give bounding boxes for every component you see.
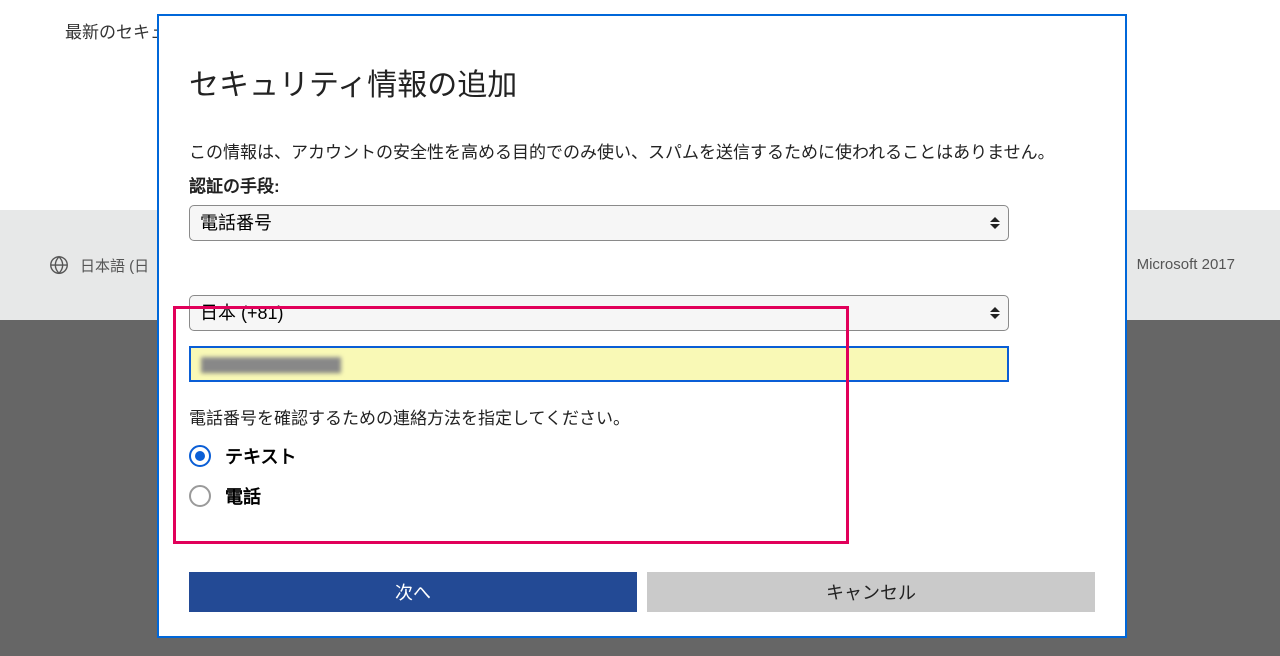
globe-icon bbox=[48, 254, 70, 276]
next-button[interactable]: 次へ bbox=[189, 572, 637, 612]
radio-call-button[interactable] bbox=[189, 485, 211, 507]
dialog-title: セキュリティ情報の追加 bbox=[189, 60, 1095, 104]
verify-method-label: 電話番号を確認するための連絡方法を指定してください。 bbox=[189, 404, 1095, 429]
radio-text-button[interactable] bbox=[189, 445, 211, 467]
cancel-button[interactable]: キャンセル bbox=[647, 572, 1095, 612]
copyright-text: Microsoft 2017 bbox=[1137, 256, 1235, 273]
auth-method-label: 認証の手段: bbox=[189, 172, 1095, 197]
language-label: 日本語 (日 bbox=[80, 255, 149, 276]
country-select[interactable]: 日本 (+81) bbox=[189, 295, 1009, 331]
phone-number-redacted bbox=[201, 357, 341, 373]
background-header-text: 最新のセキュ bbox=[65, 18, 167, 43]
auth-method-select[interactable]: 電話番号 bbox=[189, 205, 1009, 241]
phone-number-input[interactable] bbox=[189, 346, 1009, 382]
security-info-dialog: セキュリティ情報の追加 この情報は、アカウントの安全性を高める目的でのみ使い、ス… bbox=[157, 14, 1127, 638]
auth-method-select-input[interactable]: 電話番号 bbox=[189, 205, 1009, 241]
radio-call-label: 電話 bbox=[225, 483, 261, 509]
radio-text-label: テキスト bbox=[225, 443, 296, 469]
dialog-description: この情報は、アカウントの安全性を高める目的でのみ使い、スパムを送信するために使わ… bbox=[189, 140, 1095, 166]
phone-input-wrap bbox=[189, 346, 1009, 382]
radio-option-call[interactable]: 電話 bbox=[189, 483, 1095, 509]
language-selector[interactable]: 日本語 (日 bbox=[48, 254, 149, 276]
country-select-input[interactable]: 日本 (+81) bbox=[189, 295, 1009, 331]
radio-option-text[interactable]: テキスト bbox=[189, 443, 1095, 469]
